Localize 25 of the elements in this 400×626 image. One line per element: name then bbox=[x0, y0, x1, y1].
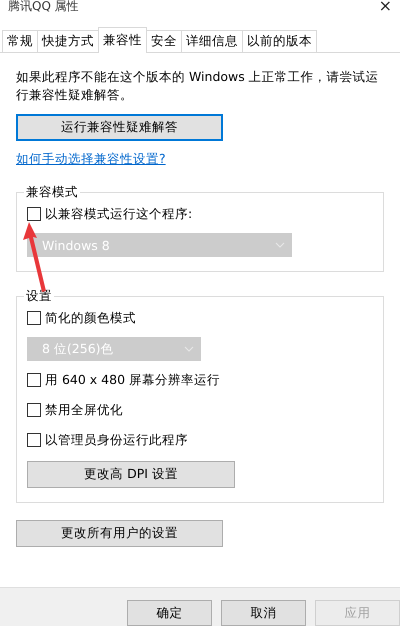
troubleshoot-button[interactable]: 运行兼容性疑难解答 bbox=[16, 114, 223, 141]
chevron-down-icon bbox=[275, 242, 285, 248]
checkbox-label: 禁用全屏优化 bbox=[45, 402, 123, 418]
checkbox-label: 以兼容模式运行这个程序: bbox=[45, 206, 192, 222]
all-users-button[interactable]: 更改所有用户的设置 bbox=[16, 520, 223, 547]
checkbox-label: 简化的颜色模式 bbox=[45, 310, 136, 326]
dialog-button[interactable]: 取消 bbox=[221, 600, 306, 626]
window-title: 腾讯QQ 属性 bbox=[8, 0, 79, 12]
tab[interactable]: 常规 bbox=[2, 30, 38, 52]
tab[interactable]: 兼容性 bbox=[98, 27, 147, 53]
checkbox[interactable] bbox=[27, 433, 41, 447]
checkbox[interactable] bbox=[27, 311, 41, 325]
help-link[interactable]: 如何手动选择兼容性设置? bbox=[16, 151, 166, 168]
checkbox-label: 以管理员身份运行此程序 bbox=[45, 432, 188, 448]
description-text: 如果此程序不能在这个版本的 Windows 上正常工作，请尝试运行兼容性疑难解答。 bbox=[16, 68, 380, 104]
checkbox-label: 用 640 x 480 屏幕分辨率运行 bbox=[45, 372, 220, 388]
checkbox[interactable] bbox=[27, 373, 41, 387]
checkbox[interactable] bbox=[27, 207, 41, 221]
dpi-settings-button[interactable]: 更改高 DPI 设置 bbox=[27, 461, 235, 488]
dialog-button[interactable]: 确定 bbox=[127, 600, 212, 626]
close-icon[interactable]: × bbox=[378, 0, 392, 12]
group-title: 兼容模式 bbox=[24, 184, 80, 201]
tab[interactable]: 以前的版本 bbox=[242, 30, 317, 52]
chevron-down-icon bbox=[184, 346, 194, 352]
checkbox[interactable] bbox=[27, 403, 41, 417]
